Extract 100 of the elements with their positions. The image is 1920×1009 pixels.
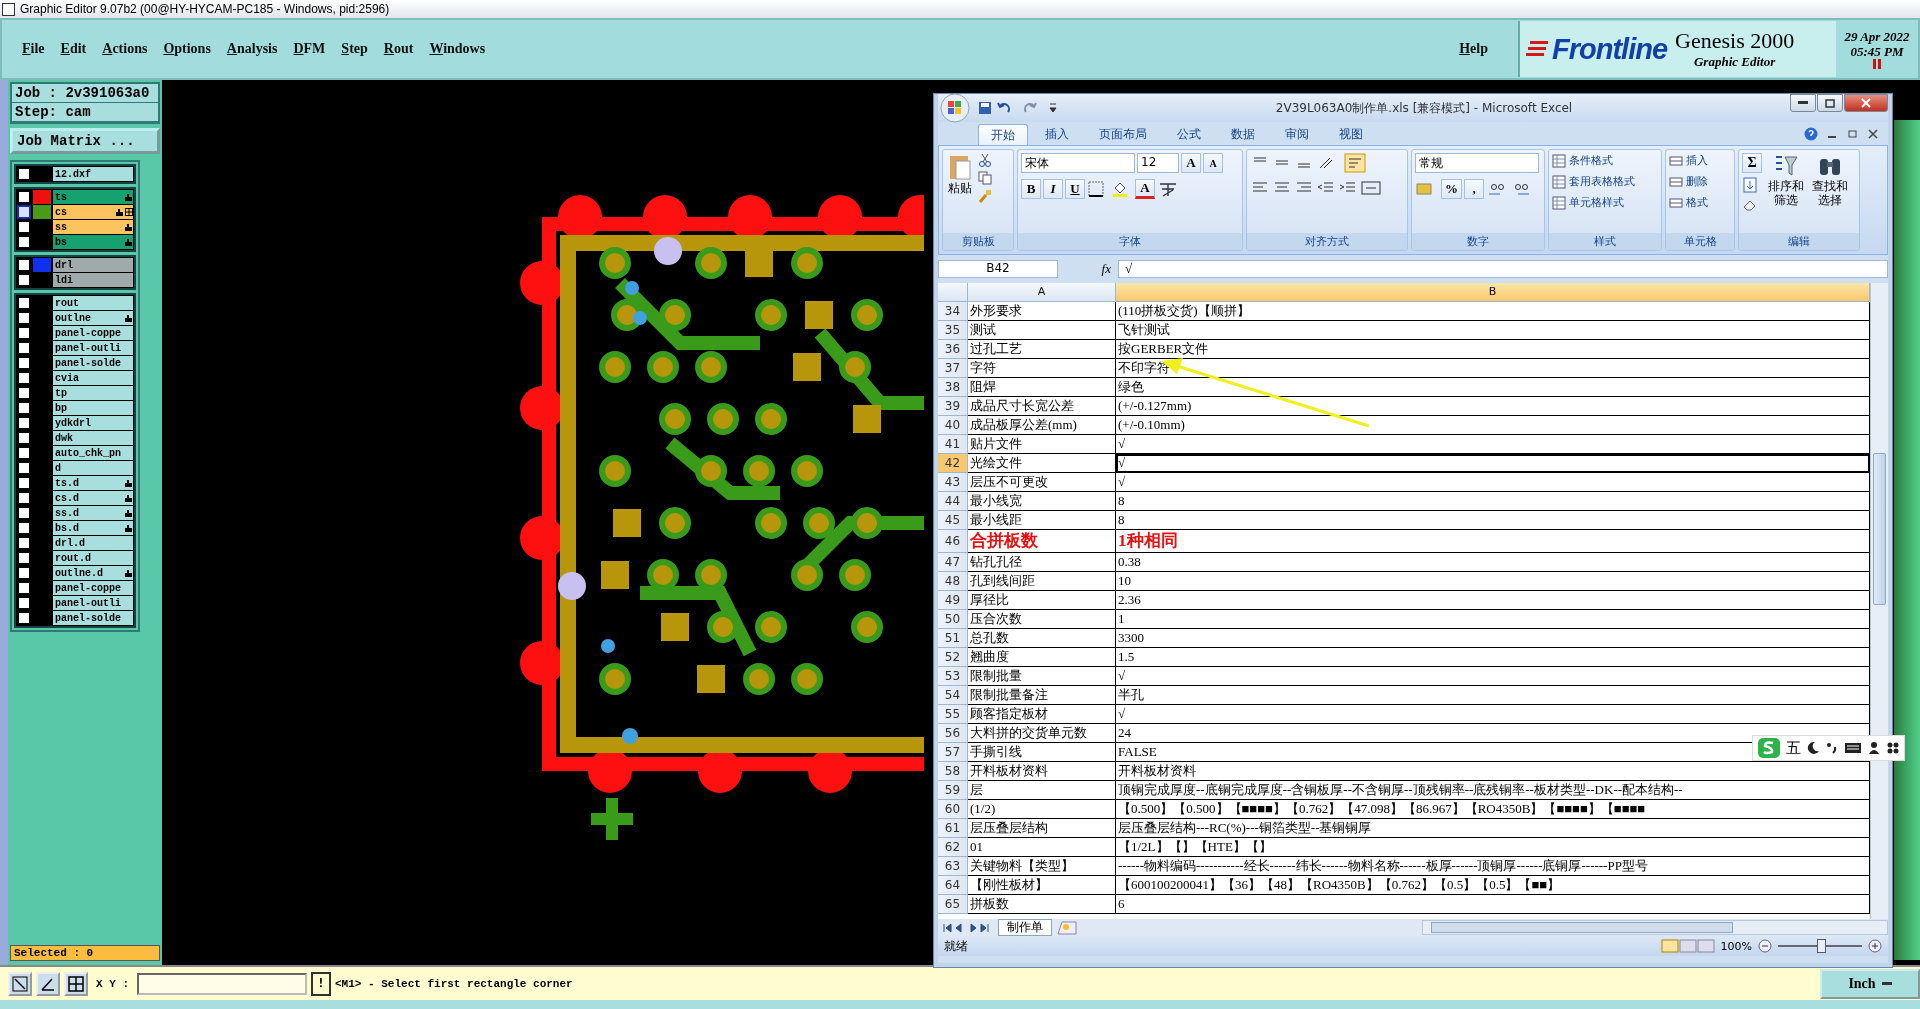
menu-item[interactable]: Windows bbox=[429, 41, 486, 57]
shrink-font-button[interactable]: A bbox=[1203, 153, 1223, 173]
layer-checkbox[interactable] bbox=[17, 551, 31, 565]
layer-item[interactable]: panel-solde bbox=[53, 356, 133, 370]
sort-filter-button[interactable]: 排序和 筛选 bbox=[1766, 153, 1806, 207]
menu-item[interactable]: File bbox=[22, 41, 45, 57]
layer-checkbox[interactable] bbox=[17, 190, 31, 204]
row-header[interactable]: 62 bbox=[938, 838, 968, 857]
layer-item[interactable]: ss.d bbox=[53, 506, 133, 520]
layer-item[interactable]: panel-outli bbox=[53, 596, 133, 610]
layer-item[interactable]: tp bbox=[53, 386, 133, 400]
layer-checkbox[interactable] bbox=[17, 258, 31, 272]
moon-icon[interactable] bbox=[1806, 741, 1820, 755]
paste-button[interactable]: 粘贴 bbox=[946, 153, 974, 195]
job-matrix-button[interactable]: Job Matrix ... bbox=[10, 128, 160, 154]
menu-item[interactable]: Analysis bbox=[226, 41, 278, 57]
row-header[interactable]: 59 bbox=[938, 781, 968, 800]
row-header[interactable]: 55 bbox=[938, 705, 968, 724]
punctuation-icon[interactable] bbox=[1825, 741, 1839, 755]
row-header[interactable]: 48 bbox=[938, 572, 968, 591]
layer-checkbox[interactable] bbox=[17, 220, 31, 234]
layer-item[interactable]: ldi bbox=[53, 273, 133, 287]
row-header[interactable]: 52 bbox=[938, 648, 968, 667]
menu-item[interactable]: Rout bbox=[383, 41, 414, 57]
layer-item[interactable]: panel-outli bbox=[53, 341, 133, 355]
save-icon[interactable] bbox=[978, 101, 992, 115]
layer-checkbox[interactable] bbox=[17, 536, 31, 550]
column-header[interactable]: A bbox=[968, 283, 1116, 302]
autosum-button[interactable]: Σ bbox=[1742, 153, 1762, 173]
cells-menu-button[interactable]: 格式 bbox=[1669, 195, 1708, 210]
layer-checkbox[interactable] bbox=[17, 416, 31, 430]
slider-thumb[interactable] bbox=[1817, 939, 1826, 953]
row-header[interactable]: 39 bbox=[938, 397, 968, 416]
layer-item[interactable]: ydkdrl bbox=[53, 416, 133, 430]
layer-item[interactable]: panel-solde bbox=[53, 611, 133, 625]
cells-menu-button[interactable]: 插入 bbox=[1669, 153, 1708, 168]
horizontal-scrollbar[interactable] bbox=[1422, 920, 1888, 935]
row-header[interactable]: 38 bbox=[938, 378, 968, 397]
styles-menu-button[interactable]: 条件格式 bbox=[1552, 153, 1613, 168]
layer-checkbox[interactable] bbox=[17, 296, 31, 310]
fill-down-icon[interactable] bbox=[1742, 177, 1758, 193]
styles-menu-button[interactable]: 套用表格格式 bbox=[1552, 174, 1635, 189]
layer-checkbox[interactable] bbox=[17, 506, 31, 520]
row-header[interactable]: 63 bbox=[938, 857, 968, 876]
cells-menu-button[interactable]: 删除 bbox=[1669, 174, 1708, 189]
row-header[interactable]: 57 bbox=[938, 743, 968, 762]
name-box[interactable]: B42 bbox=[938, 260, 1058, 278]
vertical-scrollbar[interactable] bbox=[1870, 283, 1888, 919]
percent-button[interactable]: % bbox=[1441, 179, 1462, 199]
function-button[interactable]: fx bbox=[1061, 261, 1115, 277]
layer-checkbox[interactable] bbox=[17, 326, 31, 340]
menu-item[interactable]: DFM bbox=[293, 41, 326, 57]
close-icon[interactable] bbox=[1868, 128, 1878, 139]
copy-icon[interactable] bbox=[978, 171, 992, 185]
formula-field[interactable]: √ bbox=[1118, 260, 1888, 278]
measure-button[interactable] bbox=[36, 971, 60, 996]
customize-icon[interactable] bbox=[1048, 102, 1058, 114]
layer-checkbox[interactable] bbox=[17, 371, 31, 385]
zoom-in-icon[interactable] bbox=[1868, 939, 1882, 953]
row-header[interactable]: 47 bbox=[938, 553, 968, 572]
grid-button[interactable] bbox=[64, 971, 88, 996]
help-menu[interactable]: Help bbox=[1459, 41, 1488, 57]
row-header[interactable]: 44 bbox=[938, 492, 968, 511]
number-format-dropdown[interactable]: 常规 bbox=[1415, 153, 1539, 173]
layer-checkbox[interactable] bbox=[17, 386, 31, 400]
font-style-button[interactable]: U bbox=[1065, 179, 1085, 199]
layer-item[interactable]: panel-coppe bbox=[53, 581, 133, 595]
menu-item[interactable]: Actions bbox=[102, 41, 148, 57]
column-header[interactable]: B bbox=[1116, 283, 1870, 302]
layer-checkbox[interactable] bbox=[17, 566, 31, 580]
row-header[interactable]: 35 bbox=[938, 321, 968, 340]
ribbon-tab[interactable]: 页面布局 bbox=[1086, 124, 1160, 145]
layer-item[interactable]: outlne.d bbox=[53, 566, 133, 580]
grow-font-button[interactable]: A bbox=[1181, 153, 1201, 173]
layer-checkbox[interactable] bbox=[17, 476, 31, 490]
layer-item[interactable]: bp bbox=[53, 401, 133, 415]
layer-checkbox[interactable] bbox=[17, 273, 31, 287]
ribbon-tab[interactable]: 审阅 bbox=[1272, 124, 1322, 145]
layer-checkbox[interactable] bbox=[17, 431, 31, 445]
row-header[interactable]: 61 bbox=[938, 819, 968, 838]
layer-item[interactable]: drl.d bbox=[53, 536, 133, 550]
layer-checkbox[interactable] bbox=[17, 311, 31, 325]
layer-item[interactable]: drl bbox=[53, 258, 133, 272]
ribbon-tab[interactable]: 插入 bbox=[1032, 124, 1082, 145]
comma-button[interactable]: , bbox=[1464, 179, 1484, 199]
layer-item[interactable]: rout.d bbox=[53, 551, 133, 565]
layer-checkbox[interactable] bbox=[17, 521, 31, 535]
ribbon-tab[interactable]: 公式 bbox=[1164, 124, 1214, 145]
layer-checkbox[interactable] bbox=[17, 461, 31, 475]
row-header[interactable]: 46 bbox=[938, 530, 968, 553]
help-icon[interactable] bbox=[1804, 126, 1818, 141]
row-header[interactable]: 37 bbox=[938, 359, 968, 378]
row-header[interactable]: 54 bbox=[938, 686, 968, 705]
layer-checkbox[interactable] bbox=[17, 235, 31, 249]
row-header[interactable]: 45 bbox=[938, 511, 968, 530]
keyboard-icon[interactable] bbox=[1844, 741, 1862, 755]
layer-checkbox[interactable] bbox=[17, 446, 31, 460]
menu-item[interactable]: Step bbox=[341, 41, 368, 57]
find-select-button[interactable]: 查找和 选择 bbox=[1810, 153, 1850, 207]
layer-item[interactable]: ts bbox=[53, 190, 133, 204]
